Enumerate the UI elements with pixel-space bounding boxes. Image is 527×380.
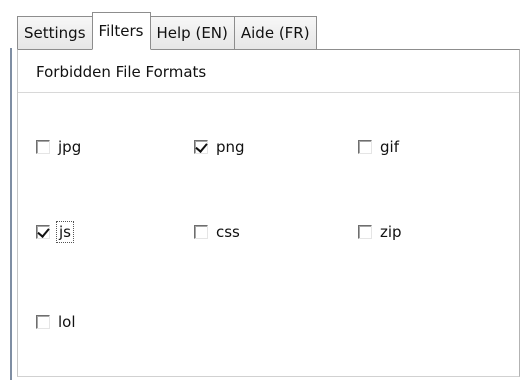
filters-window: Settings Filters Help (EN) Aide (FR) For…	[0, 0, 527, 380]
tab-settings-label: Settings	[24, 23, 86, 42]
jpg-checkbox[interactable]	[36, 140, 50, 154]
tab-help-en[interactable]: Help (EN)	[149, 16, 235, 50]
css-checkbox[interactable]	[194, 225, 208, 239]
jpg-label: jpg	[58, 138, 82, 156]
tab-aide-fr-label: Aide (FR)	[240, 23, 310, 42]
js-checkbox[interactable]	[36, 225, 50, 239]
tab-filters[interactable]: Filters	[91, 12, 151, 50]
js-label: js	[56, 221, 74, 243]
filters-panel: Forbidden File Formats jpg png gif js cs…	[17, 49, 520, 377]
format-option-js[interactable]: js	[36, 221, 74, 243]
css-label: css	[216, 223, 240, 241]
gif-checkbox[interactable]	[358, 140, 372, 154]
tab-settings[interactable]: Settings	[17, 16, 93, 50]
tab-strip: Settings Filters Help (EN) Aide (FR)	[17, 12, 317, 50]
format-option-zip[interactable]: zip	[358, 223, 402, 241]
format-option-jpg[interactable]: jpg	[36, 138, 81, 156]
zip-checkbox[interactable]	[358, 225, 372, 239]
format-option-lol[interactable]: lol	[36, 313, 76, 331]
forbidden-formats-title: Forbidden File Formats	[36, 63, 207, 81]
lol-checkbox[interactable]	[36, 315, 50, 329]
section-divider	[18, 92, 519, 93]
format-option-css[interactable]: css	[194, 223, 240, 241]
left-window-rail	[10, 48, 12, 380]
tab-filters-label: Filters	[98, 21, 144, 40]
png-label: png	[216, 138, 245, 156]
png-checkbox[interactable]	[194, 140, 208, 154]
format-option-gif[interactable]: gif	[358, 138, 399, 156]
gif-label: gif	[380, 138, 399, 156]
tab-aide-fr[interactable]: Aide (FR)	[233, 16, 317, 50]
tab-help-en-label: Help (EN)	[156, 23, 228, 42]
format-option-png[interactable]: png	[194, 138, 245, 156]
lol-label: lol	[58, 313, 76, 331]
zip-label: zip	[380, 223, 402, 241]
